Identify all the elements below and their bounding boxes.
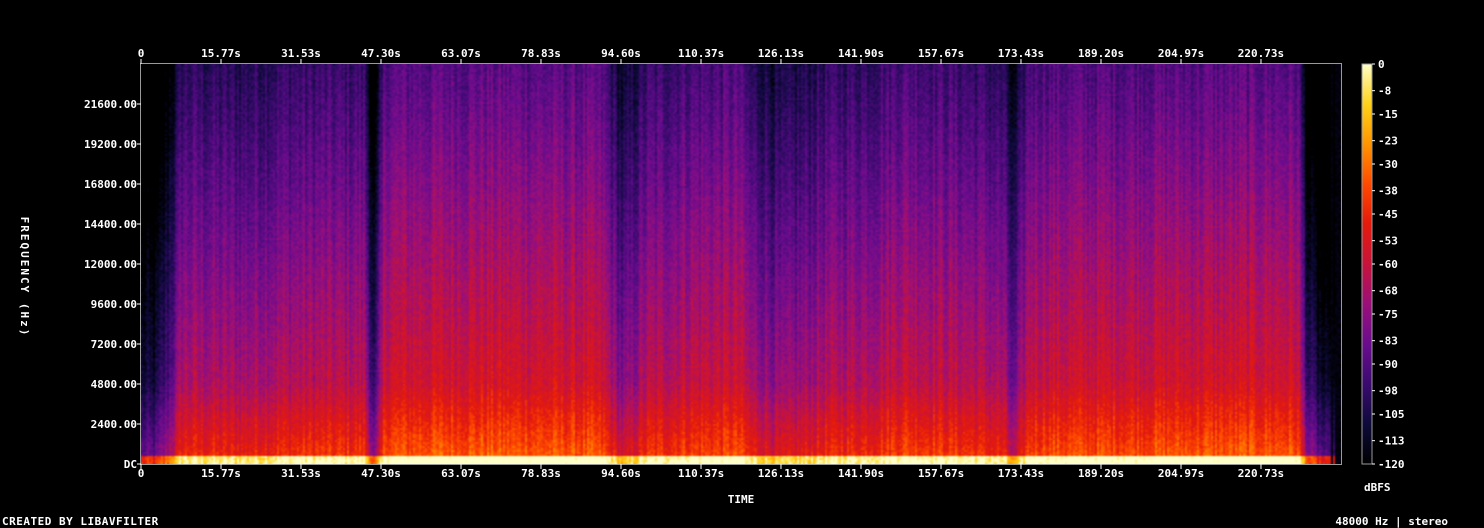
x-tick-label: 141.90s bbox=[838, 47, 884, 60]
x-tick-label: 157.67s bbox=[918, 467, 964, 480]
y-tick-label: DC bbox=[124, 458, 137, 471]
x-tick-label: 78.83s bbox=[521, 467, 561, 480]
x-tick-label: 47.30s bbox=[361, 467, 401, 480]
colorbar-tick-label: -60 bbox=[1378, 258, 1398, 271]
x-tick-label: 31.53s bbox=[281, 47, 321, 60]
x-tick-label: 63.07s bbox=[441, 467, 481, 480]
y-tick-label: 9600.00 bbox=[91, 298, 137, 311]
x-tick-label: 47.30s bbox=[361, 47, 401, 60]
x-tick-label: 78.83s bbox=[521, 47, 561, 60]
x-axis-top: 0 15.77s 31.53s 47.30s 63.07s 78.83s 94.60s 110… bbox=[138, 47, 1284, 64]
y-axis-label: FREQUENCY (Hz) bbox=[18, 217, 31, 338]
colorbar-ticks: 0 -8 -15 -23 -30 -38 -45 -53 -60 -68 -75 -83 -90 -98 -… bbox=[1372, 58, 1405, 471]
y-tick-label: 7200.00 bbox=[91, 338, 137, 351]
colorbar-tick-label: -15 bbox=[1378, 108, 1398, 121]
x-tick-label: 0 bbox=[138, 47, 145, 60]
x-tick-label: 31.53s bbox=[281, 467, 321, 480]
colorbar-tick-label: -23 bbox=[1378, 135, 1398, 148]
y-tick-label: 4800.00 bbox=[91, 378, 137, 391]
y-tick-label: 12000.00 bbox=[84, 258, 137, 271]
x-tick-label: 189.20s bbox=[1078, 47, 1124, 60]
colorbar-tick-label: -53 bbox=[1378, 235, 1398, 248]
colorbar-tick-label: -45 bbox=[1378, 208, 1398, 221]
colorbar-tick-label: -113 bbox=[1378, 435, 1405, 448]
colorbar-tick-label: -68 bbox=[1378, 285, 1398, 298]
x-tick-label: 15.77s bbox=[201, 47, 241, 60]
x-tick-label: 0 bbox=[138, 467, 145, 480]
y-tick-label: 14400.00 bbox=[84, 218, 137, 231]
y-tick-label: 16800.00 bbox=[84, 178, 137, 191]
x-tick-label: 220.73s bbox=[1238, 47, 1284, 60]
spectrogram-plot bbox=[141, 64, 1341, 464]
y-tick-label: 19200.00 bbox=[84, 138, 137, 151]
x-tick-label: 157.67s bbox=[918, 47, 964, 60]
x-tick-label: 126.13s bbox=[758, 467, 804, 480]
colorbar-tick-label: -98 bbox=[1378, 385, 1398, 398]
colorbar-tick-label: 0 bbox=[1378, 58, 1385, 71]
x-tick-label: 15.77s bbox=[201, 467, 241, 480]
x-tick-label: 141.90s bbox=[838, 467, 884, 480]
colorbar-tick-label: -120 bbox=[1378, 458, 1405, 471]
x-tick-label: 94.60s bbox=[601, 47, 641, 60]
footer-audio-info: 48000 Hz | stereo bbox=[1335, 515, 1448, 528]
x-tick-label: 204.97s bbox=[1158, 467, 1204, 480]
x-tick-label: 204.97s bbox=[1158, 47, 1204, 60]
x-axis-label: TIME bbox=[728, 493, 755, 506]
x-tick-label: 110.37s bbox=[678, 467, 724, 480]
x-tick-label: 63.07s bbox=[441, 47, 481, 60]
y-tick-label: 21600.00 bbox=[84, 98, 137, 111]
x-tick-label: 220.73s bbox=[1238, 467, 1284, 480]
y-tick-label: 2400.00 bbox=[91, 418, 137, 431]
colorbar-tick-label: -38 bbox=[1378, 185, 1398, 198]
spectrogram-chart: 0 15.77s 31.53s 47.30s 63.07s 78.83s 94.60s 110… bbox=[18, 47, 1405, 506]
x-tick-label: 173.43s bbox=[998, 47, 1044, 60]
footer-credit: CREATED BY LIBAVFILTER bbox=[2, 515, 159, 528]
x-tick-label: 94.60s bbox=[601, 467, 641, 480]
colorbar-label: dBFS bbox=[1364, 481, 1391, 494]
colorbar-tick-label: -30 bbox=[1378, 158, 1398, 171]
x-tick-label: 189.20s bbox=[1078, 467, 1124, 480]
x-tick-label: 173.43s bbox=[998, 467, 1044, 480]
spectrogram-image bbox=[141, 64, 1341, 464]
colorbar-tick-label: -75 bbox=[1378, 308, 1398, 321]
y-axis: DC 2400.00 4800.00 7200.00 9600.00 12000.00 14… bbox=[84, 98, 141, 471]
x-tick-label: 126.13s bbox=[758, 47, 804, 60]
colorbar-tick-label: -83 bbox=[1378, 335, 1398, 348]
colorbar bbox=[1361, 63, 1373, 465]
colorbar-tick-label: -8 bbox=[1378, 85, 1391, 98]
colorbar-tick-label: -90 bbox=[1378, 358, 1398, 371]
x-tick-label: 110.37s bbox=[678, 47, 724, 60]
colorbar-tick-label: -105 bbox=[1378, 408, 1405, 421]
x-axis-bottom: 0 15.77s 31.53s 47.30s 63.07s 78.83s 94.60s 110… bbox=[138, 464, 1284, 480]
